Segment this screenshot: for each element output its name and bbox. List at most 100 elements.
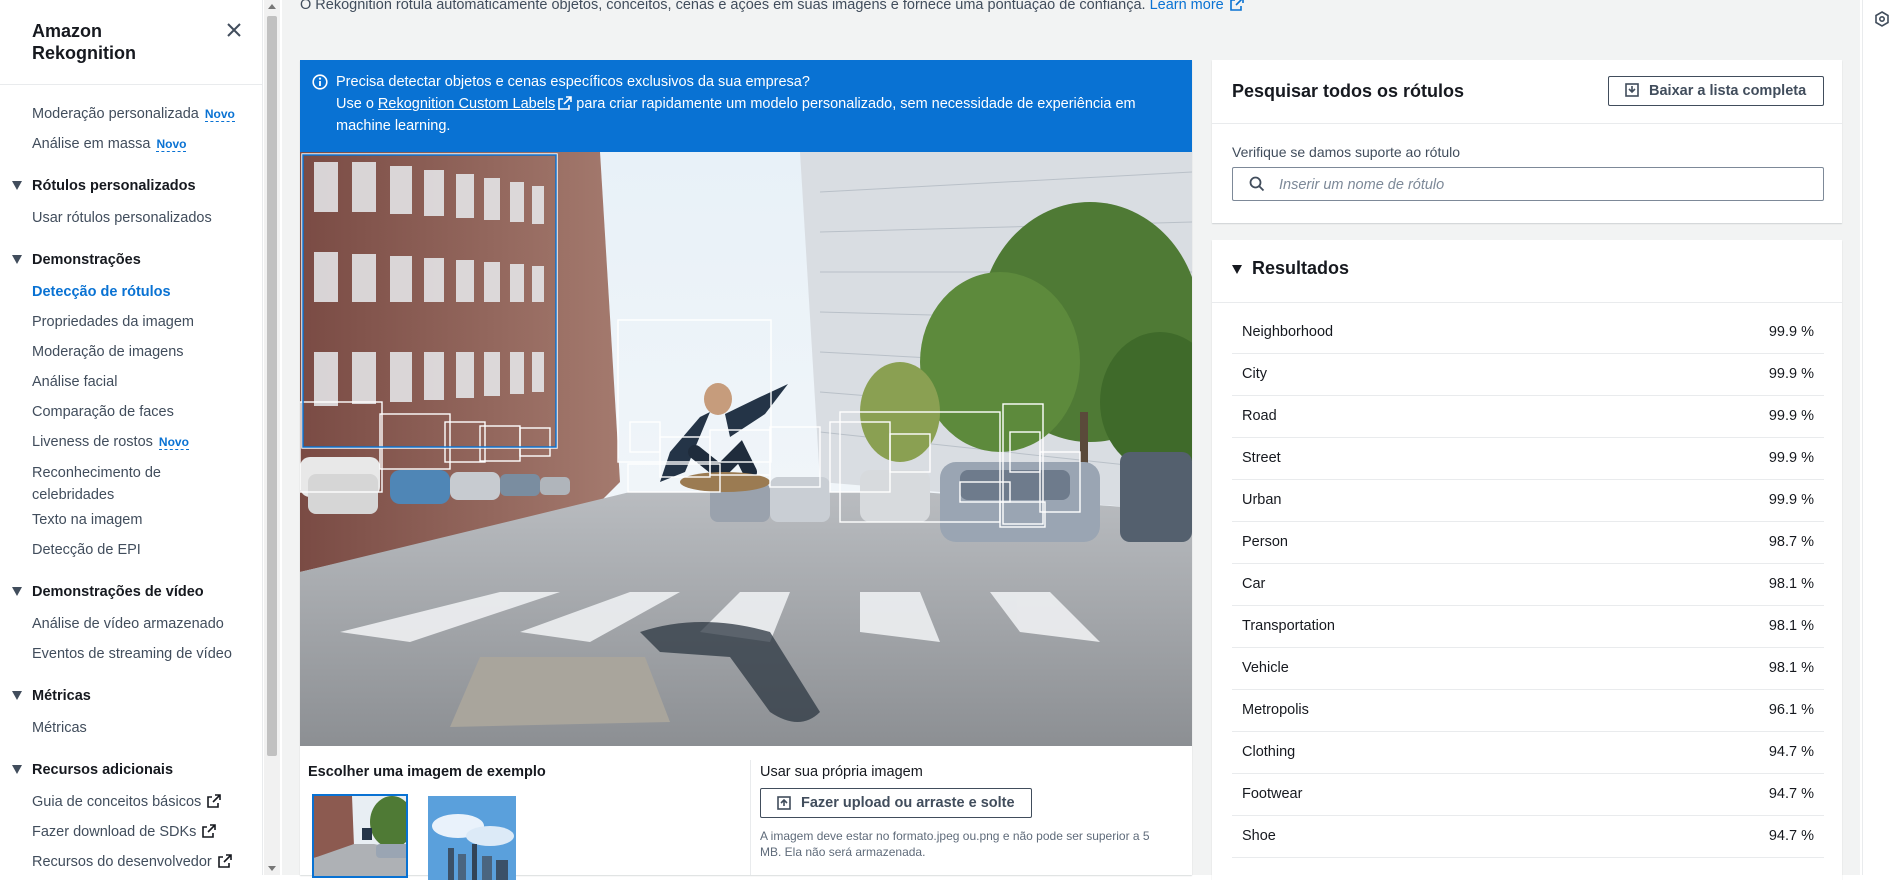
scroll-thumb[interactable] — [267, 16, 277, 756]
result-label-name: Neighborhood — [1242, 324, 1334, 340]
sidebar-item-3[interactable]: Usar rótulos personalizados — [0, 208, 262, 238]
result-row[interactable]: Vehicle 98.1 % — [1232, 648, 1824, 690]
result-row[interactable]: Transportation 98.1 % — [1232, 606, 1824, 648]
sidebar-item-label: Propriedades da imagem — [32, 314, 195, 330]
search-icon — [1249, 176, 1265, 192]
side-navigation: Amazon Rekognition Moderação personaliza… — [0, 0, 263, 875]
search-field-label: Verifique se damos suporte ao rótulo — [1232, 144, 1461, 160]
sample-image-city-thumbnail[interactable] — [428, 796, 516, 880]
sidebar-item-18[interactable]: Métricas — [0, 718, 262, 748]
result-row[interactable]: Road 99.9 % — [1232, 396, 1824, 438]
sidebar-item-1[interactable]: Análise em massa Novo — [0, 134, 262, 164]
sidebar-section-19[interactable]: Recursos adicionais — [0, 760, 262, 780]
search-labels-panel: Pesquisar todos os rótulos Baixar a list… — [1212, 60, 1842, 223]
results-title: Resultados — [1252, 258, 1350, 278]
sidebar-item-10[interactable]: Liveness de rostos Novo — [0, 432, 262, 462]
result-row[interactable]: Urban 99.9 % — [1232, 480, 1824, 522]
sidebar-item-label: Texto na imagem — [32, 512, 143, 528]
result-label-name: Shoe — [1242, 828, 1276, 844]
sidebar-item-22[interactable]: Recursos do desenvolvedor — [0, 852, 262, 875]
close-icon[interactable] — [224, 20, 244, 40]
result-row[interactable]: Car 98.1 % — [1232, 564, 1824, 606]
sample-image-street-thumbnail[interactable] — [312, 794, 408, 878]
custom-labels-link-label: Rekognition Custom Labels — [377, 96, 556, 112]
result-row[interactable]: Footwear 94.7 % — [1232, 774, 1824, 816]
sidebar-item-7[interactable]: Moderação de imagens — [0, 342, 262, 372]
sample-images-title: Escolher uma imagem de exemplo — [308, 764, 546, 780]
sidebar-item-label: Usar rótulos personalizados — [32, 210, 212, 226]
description-text: O Rekognition rotula automaticamente obj… — [300, 0, 1146, 13]
sidebar-section-4[interactable]: Demonstrações — [0, 250, 262, 270]
result-row[interactable]: Neighborhood 99.9 % — [1232, 312, 1824, 354]
learn-more-label: Learn more — [1149, 0, 1224, 13]
sidebar-item-label: Moderação de imagens — [32, 344, 184, 360]
download-full-list-button[interactable]: Baixar a lista completa — [1608, 76, 1824, 106]
upload-button[interactable]: Fazer upload ou arraste e solte — [760, 788, 1032, 818]
upload-note: A imagem deve estar no formato.jpeg ou.p… — [760, 829, 1150, 859]
sidebar-item-label: Recursos do desenvolvedor — [32, 854, 212, 870]
result-confidence: 98.1 % — [1768, 576, 1814, 592]
image-demo-panel: Precisa detectar objetos e cenas específ… — [300, 60, 1192, 880]
result-label-name: City — [1242, 366, 1267, 382]
sidebar-item-13[interactable]: Detecção de EPI — [0, 540, 262, 570]
image-source-area: Escolher uma imagem de exemplo Usar sua … — [300, 746, 1192, 880]
settings-hexagon-icon[interactable] — [1874, 11, 1890, 27]
sidebar-item-label: Eventos de streaming de vídeo — [32, 646, 232, 662]
analyzed-image — [300, 152, 1192, 746]
sidebar-item-8[interactable]: Análise facial — [0, 372, 262, 402]
result-label-name: Transportation — [1242, 618, 1335, 634]
results-header-toggle[interactable]: Resultados — [1212, 240, 1842, 303]
result-confidence: 99.9 % — [1768, 324, 1814, 340]
sidebar-item-label: Comparação de faces — [32, 404, 174, 420]
result-label-name: Vehicle — [1242, 660, 1289, 676]
caret-down-icon — [12, 255, 22, 264]
sidebar-header: Amazon Rekognition — [0, 0, 262, 85]
sidebar-item-16[interactable]: Eventos de streaming de vídeo — [0, 644, 262, 674]
scroll-down-arrow-icon[interactable] — [268, 866, 276, 871]
new-badge: Novo — [204, 107, 235, 122]
caret-down-icon — [12, 765, 22, 774]
sidebar-item-15[interactable]: Análise de vídeo armazenado — [0, 614, 262, 644]
result-row[interactable]: Clothing 94.7 % — [1232, 732, 1824, 774]
sidebar-section-label: Rótulos personalizados — [32, 178, 196, 194]
sidebar-scrollbar[interactable] — [264, 0, 280, 875]
search-field[interactable] — [1232, 167, 1824, 201]
upload-icon — [777, 796, 791, 810]
info-banner: Precisa detectar objetos e cenas específ… — [300, 60, 1192, 152]
sidebar-item-label: Liveness de rostos — [32, 434, 153, 450]
result-row[interactable]: Metropolis 96.1 % — [1232, 690, 1824, 732]
result-confidence: 94.7 % — [1768, 786, 1814, 802]
sidebar-item-12[interactable]: Texto na imagem — [0, 510, 262, 540]
sidebar-section-2[interactable]: Rótulos personalizados — [0, 176, 262, 196]
sidebar-section-14[interactable]: Demonstrações de vídeo — [0, 582, 262, 602]
result-row[interactable]: Shoe 94.7 % — [1232, 816, 1824, 858]
sidebar-item-11[interactable]: Reconhecimento de celebridades — [0, 462, 182, 510]
learn-more-link[interactable]: Learn more — [1150, 0, 1244, 13]
service-title[interactable]: Amazon Rekognition — [32, 20, 202, 64]
result-confidence: 99.9 % — [1768, 492, 1814, 508]
scroll-up-arrow-icon[interactable] — [268, 4, 276, 9]
info-icon — [312, 74, 328, 90]
sidebar-section-17[interactable]: Métricas — [0, 686, 262, 706]
sidebar-item-20[interactable]: Guia de conceitos básicos — [0, 792, 262, 822]
street-scene-image — [300, 152, 1192, 746]
result-row[interactable]: Person 98.7 % — [1232, 522, 1824, 564]
result-row[interactable]: Street 99.9 % — [1232, 438, 1824, 480]
sidebar-item-0[interactable]: Moderação personalizada Novo — [0, 104, 262, 134]
external-link-icon — [1229, 0, 1244, 11]
sidebar-item-label: Detecção de rótulos — [32, 284, 171, 300]
sidebar-item-label: Reconhecimento de celebridades — [32, 465, 161, 503]
result-confidence: 99.9 % — [1768, 366, 1814, 382]
sidebar-item-21[interactable]: Fazer download de SDKs — [0, 822, 262, 852]
result-row[interactable]: City 99.9 % — [1232, 354, 1824, 396]
city-thumbnail-image — [428, 796, 516, 880]
sidebar-item-9[interactable]: Comparação de faces — [0, 402, 262, 432]
result-label-name: Person — [1242, 534, 1288, 550]
sidebar-item-6[interactable]: Propriedades da imagem — [0, 312, 262, 342]
sidebar-item-label: Métricas — [32, 720, 87, 736]
sidebar-item-label: Fazer download de SDKs — [32, 824, 197, 840]
result-confidence: 99.9 % — [1768, 408, 1814, 424]
sidebar-item-5[interactable]: Detecção de rótulos — [0, 282, 262, 312]
custom-labels-link[interactable]: Rekognition Custom Labels — [378, 96, 555, 112]
label-search-input[interactable] — [1277, 174, 1811, 196]
